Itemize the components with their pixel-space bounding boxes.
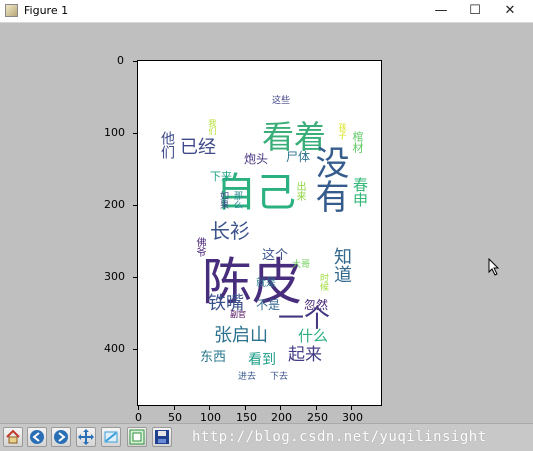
y-tick	[133, 277, 137, 278]
word-fuguan: 副官	[230, 310, 246, 319]
x-tick	[351, 406, 352, 410]
word-xiaqu: 下去	[270, 372, 289, 382]
save-button[interactable]	[152, 427, 172, 447]
pan-button[interactable]	[76, 427, 96, 447]
y-tick-label: 0	[117, 54, 124, 67]
word-shiti: 尸体	[286, 150, 311, 164]
y-tick-label: 300	[104, 270, 125, 283]
forward-button[interactable]	[51, 427, 71, 447]
save-icon	[155, 430, 169, 444]
word-dage: 大哥	[292, 260, 311, 270]
y-tick	[133, 133, 137, 134]
word-qilai: 起来	[288, 345, 322, 365]
x-tick	[174, 406, 175, 410]
plot-axes: 陈皮 自己 看着 没有 一个 长衫 已经 知道 铁嘴 张启山 起来 看到 什么 …	[137, 60, 382, 406]
x-tick	[138, 406, 139, 410]
word-bushi: 不是	[256, 298, 281, 312]
word-jinqu: 进去	[238, 372, 257, 382]
y-tick	[133, 205, 137, 206]
word-zhangqishan: 张启山	[214, 325, 268, 346]
word-haizi: 孩子	[338, 123, 347, 139]
x-tick	[316, 406, 317, 410]
word-kandao: 看到	[248, 352, 276, 368]
forward-arrow-icon	[54, 430, 68, 444]
navigation-toolbar: http://blog.csdn.net/yuqilinsight	[0, 423, 533, 451]
word-zhege: 这个	[262, 248, 289, 263]
word-cloud: 陈皮 自己 看着 没有 一个 长衫 已经 知道 铁嘴 张启山 起来 看到 什么 …	[138, 61, 383, 407]
word-huran: 忽然	[304, 298, 329, 312]
word-zhidao: 知道	[331, 247, 352, 283]
close-button[interactable]: ✕	[493, 0, 527, 22]
x-tick	[209, 406, 210, 410]
word-xialai: 下来	[210, 170, 232, 183]
word-meiyou: 没有	[309, 145, 349, 213]
x-tick	[280, 406, 281, 410]
word-paotou: 炮头	[244, 152, 269, 166]
word-name: 那么	[232, 191, 242, 209]
pan-icon	[78, 429, 94, 445]
word-chulai: 出来	[294, 181, 305, 201]
figure-canvas[interactable]: 陈皮 自己 看着 没有 一个 长衫 已经 知道 铁嘴 张启山 起来 看到 什么 …	[0, 23, 533, 424]
word-shihou: 时候	[318, 273, 328, 291]
word-zhexie: 这些	[272, 96, 291, 106]
word-changshan: 长衫	[210, 219, 250, 243]
y-tick	[133, 61, 137, 62]
word-yijing: 已经	[180, 137, 216, 158]
word-shenme: 什么	[298, 327, 329, 345]
mouse-cursor-icon	[488, 258, 500, 276]
back-arrow-icon	[30, 430, 44, 444]
x-tick	[245, 406, 246, 410]
configure-subplots-icon	[129, 429, 145, 445]
word-foye: 佛爷	[194, 237, 205, 257]
back-button[interactable]	[27, 427, 47, 447]
window-title: Figure 1	[24, 4, 69, 17]
word-women: 我们	[208, 119, 217, 135]
configure-subplots-button[interactable]	[127, 427, 147, 447]
maximize-button[interactable]: ☐	[458, 0, 492, 22]
home-icon	[6, 429, 20, 444]
app-icon	[5, 4, 18, 17]
y-tick	[133, 349, 137, 350]
minimize-button[interactable]: —	[424, 0, 458, 22]
zoom-button[interactable]	[101, 427, 121, 447]
zoom-icon	[104, 431, 118, 443]
word-tamen: 他们	[159, 131, 175, 159]
window-title-bar: Figure 1 — ☐ ✕	[0, 0, 533, 23]
word-chunshen: 春申	[351, 177, 369, 207]
y-tick-label: 200	[104, 198, 125, 211]
y-tick-label: 400	[104, 342, 125, 355]
y-tick-label: 100	[104, 126, 125, 139]
home-button[interactable]	[3, 427, 23, 447]
word-jiushi: 就是	[256, 278, 276, 289]
watermark-text: http://blog.csdn.net/yuqilinsight	[192, 429, 487, 445]
word-guancai: 棺材	[351, 131, 364, 153]
word-ruguo: 如果	[218, 191, 228, 209]
word-dongxi: 东西	[200, 350, 227, 365]
